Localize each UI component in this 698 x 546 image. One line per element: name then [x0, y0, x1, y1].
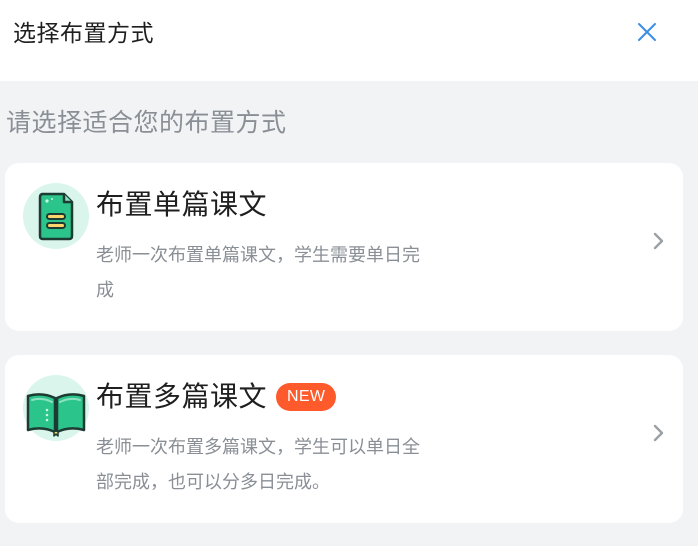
document-icon	[23, 183, 89, 249]
open-book-icon	[23, 375, 89, 441]
card-description: 老师一次布置多篇课文，学生可以单日全部完成，也可以分多日完成。	[96, 437, 420, 493]
dialog-title: 选择布置方式	[13, 21, 154, 47]
new-badge: NEW	[276, 383, 337, 411]
chevron-right-icon[interactable]	[649, 421, 667, 445]
dialog-header: 选择布置方式	[0, 0, 698, 81]
option-multiple-lessons-card[interactable]: 布置多篇课文 NEW 老师一次布置多篇课文，学生可以单日全部完成，也可以分多日完…	[5, 355, 683, 523]
section-prompt: 请选择适合您的布置方式	[6, 108, 287, 137]
card-title: 布置单篇课文	[96, 188, 268, 221]
close-icon[interactable]	[633, 18, 661, 46]
card-title-row: 布置多篇课文 NEW	[96, 377, 337, 417]
option-single-lesson-card[interactable]: 布置单篇课文 老师一次布置单篇课文，学生需要单日完成	[5, 163, 683, 331]
chevron-right-icon[interactable]	[649, 229, 667, 253]
card-title-row: 布置单篇课文	[96, 185, 267, 225]
card-description: 老师一次布置单篇课文，学生需要单日完成	[96, 245, 420, 301]
card-title: 布置多篇课文	[96, 380, 268, 413]
